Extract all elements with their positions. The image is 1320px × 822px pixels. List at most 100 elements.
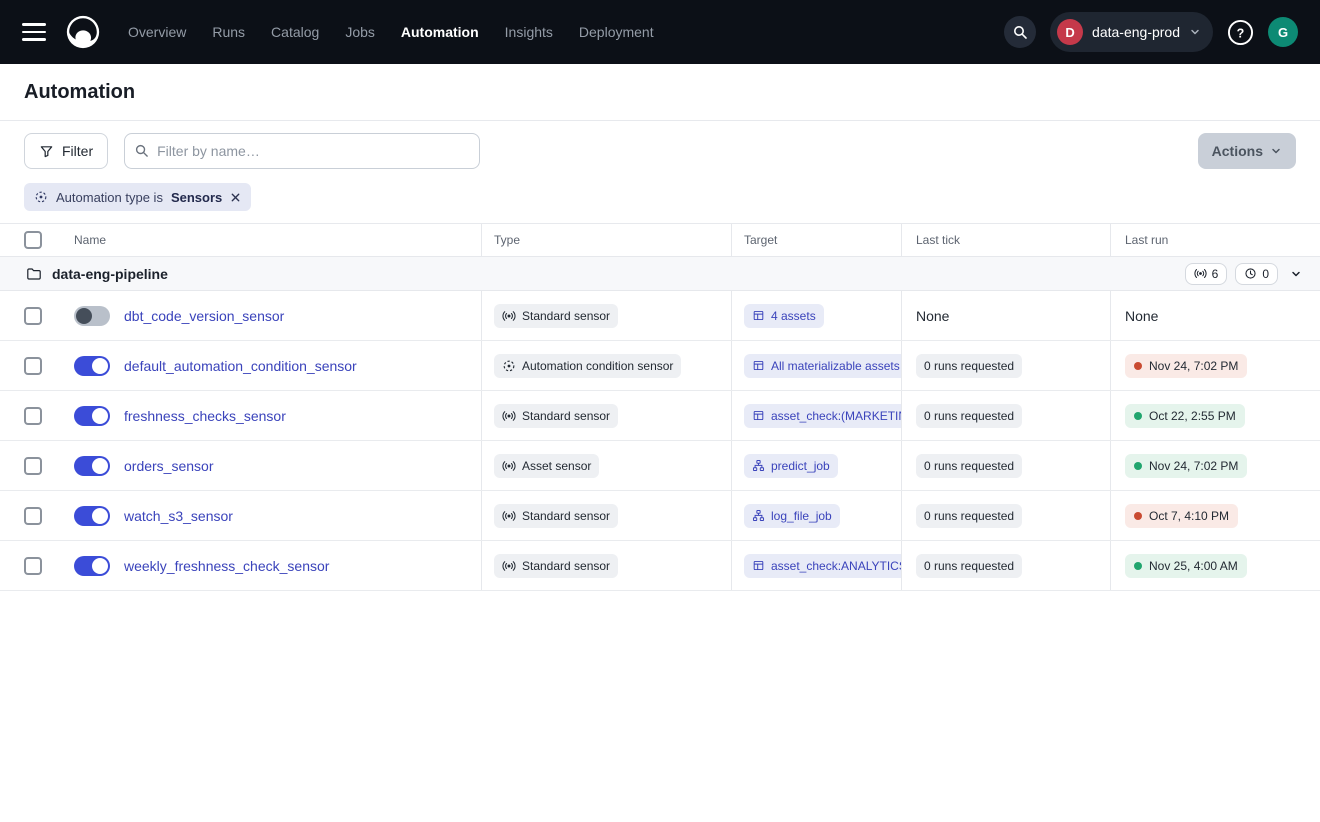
table-row: watch_s3_sensor Standard sensor log_file… [0,491,1320,541]
sensor-icon [502,459,516,473]
target-chip[interactable]: asset_check:(MARKETING [744,404,902,428]
automation-condition-icon [34,190,48,204]
target-chip[interactable]: All materializable assets [744,354,902,378]
user-avatar[interactable]: G [1268,17,1298,47]
group-counts: 6 0 [1185,263,1306,285]
deployment-initial-badge: D [1057,19,1083,45]
last-run-value[interactable]: Nov 24, 7:02 PM [1125,354,1247,378]
run-status-dot [1134,512,1142,520]
table-header: Name Type Target Last tick Last run [0,224,1320,257]
row-checkbox[interactable] [24,507,42,525]
job-icon [752,509,765,522]
select-all-checkbox[interactable] [24,231,42,249]
sensor-name-link[interactable]: freshness_checks_sensor [124,408,286,424]
sensor-toggle[interactable] [74,556,110,576]
code-location-name: data-eng-pipeline [52,266,168,282]
nav-automation[interactable]: Automation [401,24,479,40]
sensor-toggle[interactable] [74,456,110,476]
asset-icon [752,359,765,372]
target-chip[interactable]: 4 assets [744,304,824,328]
sensor-type-chip: Standard sensor [494,504,618,528]
sensor-type-chip: Asset sensor [494,454,599,478]
row-checkbox[interactable] [24,357,42,375]
clock-icon [1244,267,1257,280]
dagster-logo-icon[interactable] [64,13,102,51]
search-icon [134,143,149,158]
search-icon[interactable] [1004,16,1036,48]
search-input[interactable] [124,133,480,169]
column-header-last-tick: Last tick [902,224,1111,256]
run-status-dot [1134,362,1142,370]
column-header-name: Name [64,224,482,256]
active-filters-row: Automation type is Sensors [0,179,1320,224]
sensor-toggle[interactable] [74,356,110,376]
last-tick-value: 0 runs requested [916,554,1022,578]
hamburger-menu-icon[interactable] [22,18,50,46]
nav-jobs[interactable]: Jobs [345,24,375,40]
sensor-icon [1194,267,1207,280]
automation-condition-icon [502,359,516,373]
sensor-toggle[interactable] [74,406,110,426]
deployment-switcher[interactable]: D data-eng-prod [1050,12,1213,52]
target-chip[interactable]: predict_job [744,454,838,478]
run-status-dot [1134,462,1142,470]
last-run-value[interactable]: Oct 7, 4:10 PM [1125,504,1238,528]
last-tick-value: 0 runs requested [916,454,1022,478]
group-collapse-chevron-icon[interactable] [1286,264,1306,284]
sensor-toggle[interactable] [74,306,110,326]
run-status-dot [1134,412,1142,420]
sensor-name-link[interactable]: watch_s3_sensor [124,508,233,524]
job-icon [752,459,765,472]
last-run-value[interactable]: Nov 25, 4:00 AM [1125,554,1247,578]
nav-catalog[interactable]: Catalog [271,24,319,40]
sensor-type-chip: Automation condition sensor [494,354,681,378]
sensor-name-link[interactable]: dbt_code_version_sensor [124,308,284,324]
row-checkbox[interactable] [24,307,42,325]
filter-button[interactable]: Filter [24,133,108,169]
top-nav: Overview Runs Catalog Jobs Automation In… [0,0,1320,64]
nav-right-cluster: D data-eng-prod ? G [1004,12,1298,52]
folder-icon [26,266,42,282]
asset-icon [752,559,765,572]
column-header-type: Type [482,224,732,256]
nav-runs[interactable]: Runs [212,24,245,40]
actions-button[interactable]: Actions [1198,133,1296,169]
page-title: Automation [24,81,1296,104]
last-tick-value: 0 runs requested [916,354,1022,378]
sensor-type-chip: Standard sensor [494,404,618,428]
close-icon[interactable] [230,192,241,203]
sensor-icon [502,509,516,523]
row-checkbox[interactable] [24,457,42,475]
target-chip[interactable]: asset_check:ANALYTICS [744,554,902,578]
sensor-count-pill: 6 [1185,263,1228,285]
nav-insights[interactable]: Insights [505,24,553,40]
help-icon[interactable]: ? [1227,19,1254,46]
last-run-value[interactable]: Oct 22, 2:55 PM [1125,404,1245,428]
code-location-group-row: data-eng-pipeline 6 0 [0,257,1320,291]
nav-deployment[interactable]: Deployment [579,24,654,40]
table-body: dbt_code_version_sensor Standard sensor … [0,291,1320,591]
target-chip[interactable]: log_file_job [744,504,840,528]
table-row: freshness_checks_sensor Standard sensor … [0,391,1320,441]
sensor-name-link[interactable]: default_automation_condition_sensor [124,358,357,374]
filter-chip-automation-type[interactable]: Automation type is Sensors [24,183,251,211]
column-header-target: Target [732,224,902,256]
toolbar: Filter Actions [0,121,1320,179]
row-checkbox[interactable] [24,407,42,425]
last-run-value[interactable]: Nov 24, 7:02 PM [1125,454,1247,478]
column-header-last-run: Last run [1111,224,1320,256]
table-row: weekly_freshness_check_sensor Standard s… [0,541,1320,591]
name-filter-wrapper [124,133,480,169]
asset-icon [752,409,765,422]
table-row: orders_sensor Asset sensor predict_job 0… [0,441,1320,491]
row-checkbox[interactable] [24,557,42,575]
table-row: dbt_code_version_sensor Standard sensor … [0,291,1320,341]
last-run-value: None [1125,308,1158,324]
primary-nav: Overview Runs Catalog Jobs Automation In… [128,24,654,40]
sensor-name-link[interactable]: orders_sensor [124,458,214,474]
sensor-name-link[interactable]: weekly_freshness_check_sensor [124,558,329,574]
sensor-icon [502,559,516,573]
nav-overview[interactable]: Overview [128,24,186,40]
chevron-down-icon [1189,26,1201,38]
sensor-toggle[interactable] [74,506,110,526]
